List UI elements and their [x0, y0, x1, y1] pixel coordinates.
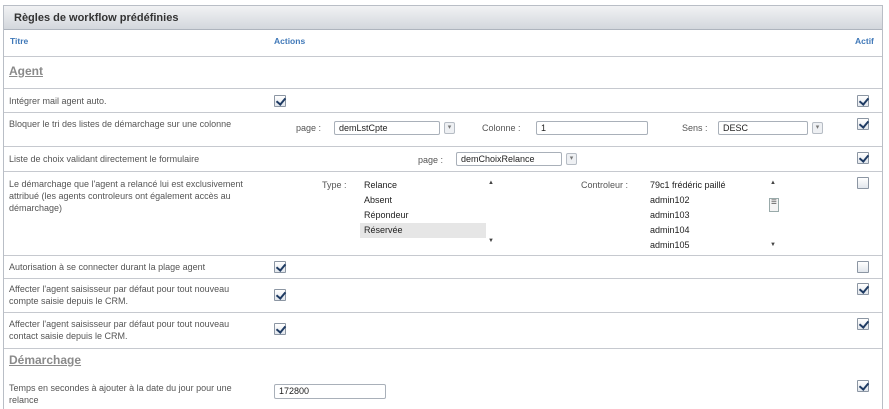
- section-row-demarchage: Démarchage: [4, 348, 882, 374]
- rule-row-affecter-contact: Affecter l'agent saisisseur par défaut p…: [4, 312, 882, 348]
- controleur-listbox-scrollbar[interactable]: ▲ ▼: [768, 178, 780, 250]
- autorisation-action-checkbox[interactable]: [274, 261, 286, 273]
- rule-row-temps-secondes: Temps en secondes à ajouter à la date du…: [4, 374, 882, 409]
- sens-dropdown-icon[interactable]: ▾: [812, 122, 823, 134]
- page-label: page :: [418, 155, 444, 165]
- rule-label: Affecter l'agent saisisseur par défaut p…: [9, 284, 230, 306]
- autorisation-actif-checkbox[interactable]: [857, 261, 869, 273]
- controleur-option[interactable]: admin104: [646, 223, 768, 238]
- affecter-contact-action-checkbox[interactable]: [274, 323, 286, 335]
- section-title-demarchage: Démarchage: [9, 353, 82, 367]
- bloquer-tri-actif-checkbox[interactable]: [857, 118, 869, 130]
- rule-label: Liste de choix validant directement le f…: [9, 154, 200, 164]
- controleur-option[interactable]: 79c1 frédéric paillé: [646, 178, 768, 193]
- scroll-down-icon[interactable]: ▼: [488, 238, 494, 244]
- controleur-option[interactable]: admin103: [646, 208, 768, 223]
- type-option[interactable]: Relance: [360, 178, 486, 193]
- scroll-up-icon[interactable]: ▲: [770, 180, 776, 186]
- rule-row-affecter-compte: Affecter l'agent saisisseur par défaut p…: [4, 278, 882, 312]
- column-header-titre: Titre: [10, 36, 29, 46]
- rule-label: Autorisation à se connecter durant la pl…: [9, 262, 206, 272]
- affecter-compte-actif-checkbox[interactable]: [857, 283, 869, 295]
- page-input[interactable]: demChoixRelance: [456, 152, 562, 166]
- type-label: Type :: [322, 180, 347, 190]
- page-input[interactable]: demLstCpte: [334, 121, 440, 135]
- affecter-contact-actif-checkbox[interactable]: [857, 318, 869, 330]
- colonne-label: Colonne :: [482, 123, 521, 133]
- page-dropdown-icon[interactable]: ▾: [566, 153, 577, 165]
- temps-secondes-input[interactable]: 172800: [274, 384, 386, 399]
- section-title-agent: Agent: [9, 64, 43, 78]
- type-option[interactable]: Répondeur: [360, 208, 486, 223]
- scroll-down-icon[interactable]: ▼: [770, 242, 776, 248]
- column-header-actions: Actions: [274, 36, 306, 46]
- type-listbox-scrollbar[interactable]: ▲ ▼: [486, 178, 498, 246]
- rule-row-autorisation: Autorisation à se connecter durant la pl…: [4, 255, 882, 278]
- rule-row-bloquer-tri: Bloquer le tri des listes de démarchage …: [4, 112, 882, 146]
- type-option[interactable]: Absent: [360, 193, 486, 208]
- sens-input[interactable]: DESC: [718, 121, 808, 135]
- rule-label: Temps en secondes à ajouter à la date du…: [9, 383, 232, 405]
- controleur-option[interactable]: admin105: [646, 238, 768, 253]
- panel-title: Règles de workflow prédéfinies: [4, 6, 882, 30]
- page-dropdown-icon[interactable]: ▾: [444, 122, 455, 134]
- workflow-rules-panel: Règles de workflow prédéfinies Titre Act…: [3, 5, 883, 409]
- type-listbox[interactable]: Relance Absent Répondeur Réservée: [360, 178, 486, 246]
- page-label: page :: [296, 123, 322, 133]
- mail-auto-actif-checkbox[interactable]: [857, 95, 869, 107]
- column-header-actif: Actif: [855, 36, 874, 46]
- controleur-label: Controleur :: [581, 180, 629, 190]
- type-option-selected[interactable]: Réservée: [360, 223, 486, 238]
- rule-label: Affecter l'agent saisisseur par défaut p…: [9, 319, 230, 341]
- mail-auto-action-checkbox[interactable]: [274, 95, 286, 107]
- rule-row-liste-choix: Liste de choix validant directement le f…: [4, 146, 882, 171]
- colonne-input[interactable]: 1: [536, 121, 648, 135]
- controleur-listbox[interactable]: 79c1 frédéric paillé admin102 admin103 a…: [646, 178, 768, 253]
- sens-label: Sens :: [682, 123, 708, 133]
- rule-label: Le démarchage que l'agent a relancé lui …: [9, 179, 243, 213]
- rule-row-mail-auto: Intégrer mail agent auto.: [4, 88, 882, 112]
- scroll-thumb[interactable]: [769, 197, 779, 212]
- rule-label: Intégrer mail agent auto.: [9, 96, 107, 106]
- temps-secondes-actif-checkbox[interactable]: [857, 380, 869, 392]
- liste-choix-actif-checkbox[interactable]: [857, 152, 869, 164]
- affecter-compte-action-checkbox[interactable]: [274, 289, 286, 301]
- section-row-agent: Agent: [4, 56, 882, 88]
- scroll-up-icon[interactable]: ▲: [488, 180, 494, 186]
- rule-label: Bloquer le tri des listes de démarchage …: [9, 119, 232, 129]
- rule-row-demarchage-relance: Le démarchage que l'agent a relancé lui …: [4, 171, 882, 255]
- controleur-option[interactable]: admin102: [646, 193, 768, 208]
- demarchage-relance-actif-checkbox[interactable]: [857, 177, 869, 189]
